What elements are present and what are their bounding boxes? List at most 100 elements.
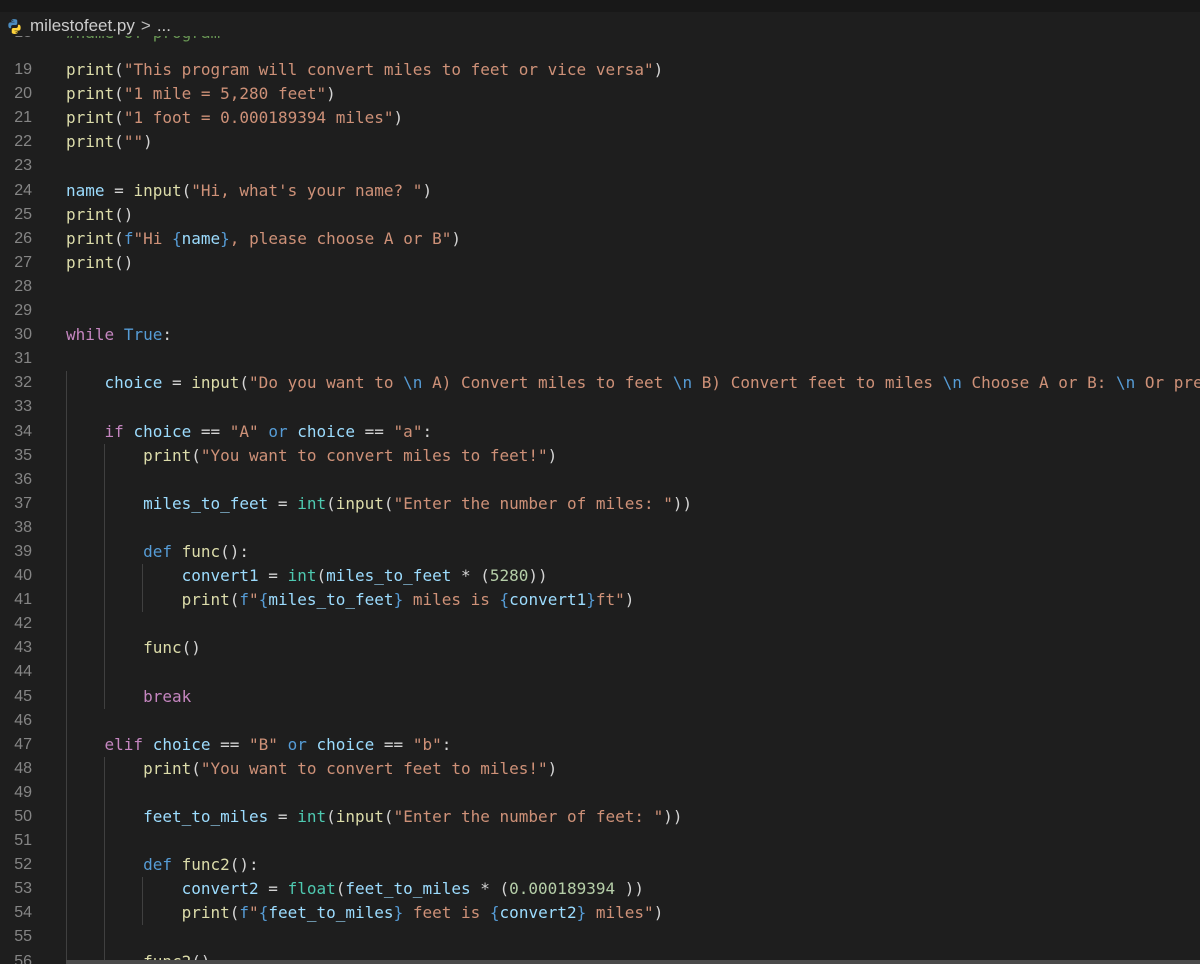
code-text: convert1 = int(miles_to_feet * (5280)) [66, 564, 548, 588]
code-editor[interactable]: milestofeet.py > ... 18#name of program1… [0, 0, 1200, 964]
code-line[interactable]: 47 elif choice == "B" or choice == "b": [0, 732, 1200, 757]
code-line[interactable]: 26 print(f"Hi {name}, please choose A or … [0, 227, 1200, 251]
code-text: print("You want to convert miles to feet… [66, 444, 557, 468]
code-line[interactable]: 48 print("You want to convert feet to mi… [0, 756, 1200, 781]
horizontal-scrollbar[interactable] [66, 960, 1200, 964]
code-token: print [143, 445, 192, 465]
code-token: { [258, 903, 269, 923]
code-line[interactable]: 52 def func2(): [0, 853, 1200, 878]
code-token: ) [326, 84, 336, 104]
code-token: elif [104, 734, 144, 754]
code-line[interactable]: 30 while True: [0, 323, 1200, 347]
code-text: print(f"{feet_to_miles} feet is {convert… [66, 901, 664, 925]
code-line[interactable]: 51 [0, 829, 1200, 854]
code-line[interactable]: 24 name = input("Hi, what's your name? ") [0, 179, 1200, 203]
code-token: "Enter the number of feet: " [393, 807, 664, 826]
indent-guide [66, 925, 67, 950]
code-line[interactable]: 34 if choice == "A" or choice == "a": [0, 419, 1200, 444]
code-text: miles_to_feet = int(input("Enter the num… [66, 492, 692, 516]
code-line[interactable]: 40 convert1 = int(miles_to_feet * (5280)… [0, 564, 1200, 589]
code-line[interactable]: 18#name of program [0, 23, 1200, 58]
code-line[interactable]: 39 def func(): [0, 539, 1200, 565]
code-token: ( [114, 108, 124, 128]
code-line[interactable]: 32 choice = input("Do you want to \n A) … [0, 371, 1200, 396]
code-token: Choose A or B: [961, 373, 1116, 393]
code-line[interactable]: 33 [0, 395, 1200, 420]
code-line[interactable]: 43 func() [0, 636, 1200, 661]
line-number: 29 [14, 302, 32, 320]
line-number: 30 [14, 326, 32, 344]
breadcrumb-file[interactable]: milestofeet.py [30, 16, 135, 36]
code-line[interactable]: 37 miles_to_feet = int(input("Enter the … [0, 491, 1200, 516]
code-token: (): [229, 855, 259, 875]
code-token: ) [653, 60, 664, 80]
code-text: print("This program will convert miles t… [66, 58, 663, 82]
code-token: : [441, 734, 452, 754]
code-line[interactable]: 55 [0, 925, 1200, 950]
code-token: "You want to convert feet to miles!" [200, 758, 548, 778]
line-number: 53 [14, 880, 32, 898]
code-token: \n [942, 373, 962, 393]
code-line[interactable]: 35 print("You want to convert miles to f… [0, 443, 1200, 468]
code-token: f [123, 228, 134, 248]
line-number: 41 [14, 591, 32, 609]
indent-guide [66, 829, 67, 854]
code-token: == [374, 734, 413, 754]
code-token: choice [152, 734, 211, 754]
code-line[interactable]: 45 break [0, 684, 1200, 709]
code-line[interactable]: 50 feet_to_miles = int(input("Enter the … [0, 805, 1200, 830]
code-lines[interactable]: 18#name of program19print("This program … [0, 23, 1200, 964]
code-line[interactable]: 25 print() [0, 203, 1200, 227]
code-line[interactable]: 38 [0, 515, 1200, 540]
breadcrumb-more[interactable]: ... [157, 16, 171, 36]
code-line[interactable]: 41 print(f"{miles_to_feet} miles is {con… [0, 588, 1200, 613]
python-icon [8, 18, 21, 34]
code-line[interactable]: 21 print("1 foot = 0.000189394 miles") [0, 106, 1200, 130]
code-line[interactable]: 22 print("") [0, 130, 1200, 154]
code-line[interactable]: 44 [0, 660, 1200, 685]
code-token: choice [297, 421, 356, 441]
code-line[interactable]: 49 [0, 780, 1200, 805]
code-line[interactable]: 36 [0, 467, 1200, 492]
code-text: print("1 foot = 0.000189394 miles") [66, 106, 403, 130]
code-line[interactable]: 19 print("This program will convert miles… [0, 58, 1200, 82]
code-line[interactable]: 42 [0, 612, 1200, 637]
code-token: func2 [181, 855, 230, 875]
line-number: 44 [14, 663, 32, 681]
code-token: == [210, 734, 250, 754]
line-number: 47 [14, 735, 32, 753]
code-text: convert2 = float(feet_to_miles * (0.0001… [66, 877, 644, 901]
code-token: )) [672, 493, 693, 513]
code-text: print() [66, 203, 133, 227]
code-line[interactable]: 31 [0, 347, 1200, 371]
code-line[interactable]: 29 [0, 299, 1200, 323]
line-number: 45 [14, 687, 32, 705]
line-number: 22 [14, 133, 32, 151]
code-token: : [162, 325, 172, 345]
code-line[interactable]: 46 [0, 708, 1200, 733]
code-line[interactable]: 53 convert2 = float(feet_to_miles * (0.0… [0, 877, 1200, 902]
code-line[interactable]: 20 print("1 mile = 5,280 feet") [0, 82, 1200, 106]
indent-guide [104, 925, 105, 950]
code-line[interactable]: 54 print(f"{feet_to_miles} feet is {conv… [0, 901, 1200, 926]
code-text: while True: [66, 323, 172, 347]
code-line[interactable]: 23 [0, 154, 1200, 178]
code-line[interactable]: 27 print() [0, 251, 1200, 275]
code-token: convert1 [509, 590, 587, 610]
line-number: 42 [14, 615, 32, 633]
code-token: def [143, 855, 172, 875]
indent-guide [104, 660, 105, 685]
code-token: convert2 [181, 879, 259, 899]
code-token: "Hi, what's your name? " [191, 180, 423, 200]
code-token: ft" [595, 590, 625, 610]
line-number: 31 [14, 350, 32, 368]
code-line[interactable]: 28 [0, 275, 1200, 299]
